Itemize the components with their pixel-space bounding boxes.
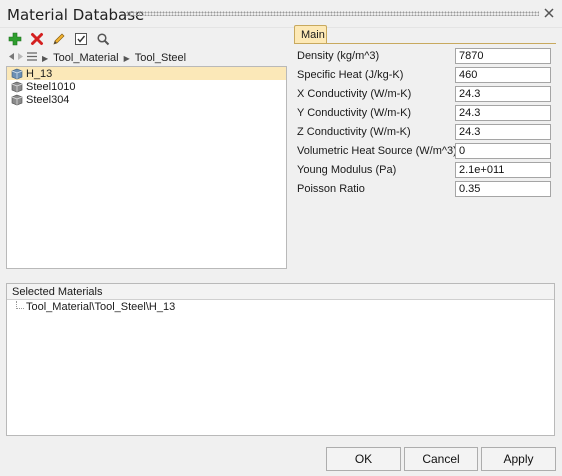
property-label: Z Conductivity (W/m-K) <box>297 126 411 138</box>
breadcrumb-part-tool-steel[interactable]: Tool_Steel <box>135 52 186 64</box>
property-label: Density (kg/m^3) <box>297 50 380 62</box>
property-label: X Conductivity (W/m-K) <box>297 88 412 100</box>
window-title: Material Database <box>7 6 145 24</box>
property-label: Specific Heat (J/kg-K) <box>297 69 404 81</box>
tree-item-label: Steel1010 <box>26 80 76 93</box>
property-row-volumetric-heat-source: Volumetric Heat Source (W/m^3) <box>297 143 557 160</box>
material-cube-icon <box>10 94 24 106</box>
property-row-poisson-ratio: Poisson Ratio <box>297 181 557 198</box>
property-label: Volumetric Heat Source (W/m^3) <box>297 145 457 157</box>
tree-branch-line <box>16 301 24 309</box>
x-conductivity-field[interactable] <box>455 86 551 102</box>
title-bar: Material Database <box>0 0 562 28</box>
tree-item-label: Steel304 <box>26 93 70 106</box>
property-row-young-modulus: Young Modulus (Pa) <box>297 162 557 179</box>
property-label: Y Conductivity (W/m-K) <box>297 107 412 119</box>
selected-materials-panel: Selected Materials Tool_Material\Tool_St… <box>6 283 555 436</box>
close-icon[interactable] <box>542 6 556 20</box>
property-label: Poisson Ratio <box>297 183 365 195</box>
poisson-ratio-field[interactable] <box>455 181 551 197</box>
material-tree[interactable]: H_13 Steel1010 Steel304 <box>6 66 287 269</box>
y-conductivity-field[interactable] <box>455 105 551 121</box>
delete-icon[interactable] <box>28 30 46 48</box>
apply-button[interactable]: Apply <box>481 447 556 471</box>
search-icon[interactable] <box>94 30 112 48</box>
selected-material-path: Tool_Material\Tool_Steel\H_13 <box>26 301 176 313</box>
ok-button[interactable]: OK <box>326 447 401 471</box>
cancel-button[interactable]: Cancel <box>404 447 478 471</box>
list-icon[interactable] <box>27 52 37 64</box>
property-row-y-conductivity: Y Conductivity (W/m-K) <box>297 105 557 122</box>
property-row-density: Density (kg/m^3) <box>297 48 557 65</box>
separator-icon: ▶ <box>42 53 49 63</box>
density-field[interactable] <box>455 48 551 64</box>
back-arrow-icon[interactable] <box>7 52 15 64</box>
add-icon[interactable] <box>6 30 24 48</box>
forward-arrow-icon[interactable] <box>17 52 25 64</box>
breadcrumb-part-tool-material[interactable]: Tool_Material <box>53 52 118 64</box>
property-label: Young Modulus (Pa) <box>297 164 397 176</box>
tree-item-label: H_13 <box>26 67 53 80</box>
toolbar <box>6 30 112 48</box>
young-modulus-field[interactable] <box>455 162 551 178</box>
selected-materials-header: Selected Materials <box>7 284 554 300</box>
breadcrumb: ▶ Tool_Material ▶ Tool_Steel <box>7 51 186 65</box>
property-row-z-conductivity: Z Conductivity (W/m-K) <box>297 124 557 141</box>
selected-material-item[interactable]: Tool_Material\Tool_Steel\H_13 <box>7 301 554 315</box>
tab-main[interactable]: Main <box>294 25 327 44</box>
tree-item-steel304[interactable]: Steel304 <box>7 93 286 106</box>
edit-icon[interactable] <box>50 30 68 48</box>
property-row-x-conductivity: X Conductivity (W/m-K) <box>297 86 557 103</box>
tree-item-h13[interactable]: H_13 <box>7 67 286 80</box>
material-cube-icon <box>10 68 24 80</box>
checklist-icon[interactable] <box>72 30 90 48</box>
specific-heat-field[interactable] <box>455 67 551 83</box>
separator-icon: ▶ <box>123 53 130 63</box>
drag-grip[interactable] <box>126 11 539 16</box>
tab-divider <box>294 43 556 44</box>
tree-item-steel1010[interactable]: Steel1010 <box>7 80 286 93</box>
z-conductivity-field[interactable] <box>455 124 551 140</box>
volumetric-heat-source-field[interactable] <box>455 143 551 159</box>
property-row-specific-heat: Specific Heat (J/kg-K) <box>297 67 557 84</box>
material-cube-icon <box>10 81 24 93</box>
